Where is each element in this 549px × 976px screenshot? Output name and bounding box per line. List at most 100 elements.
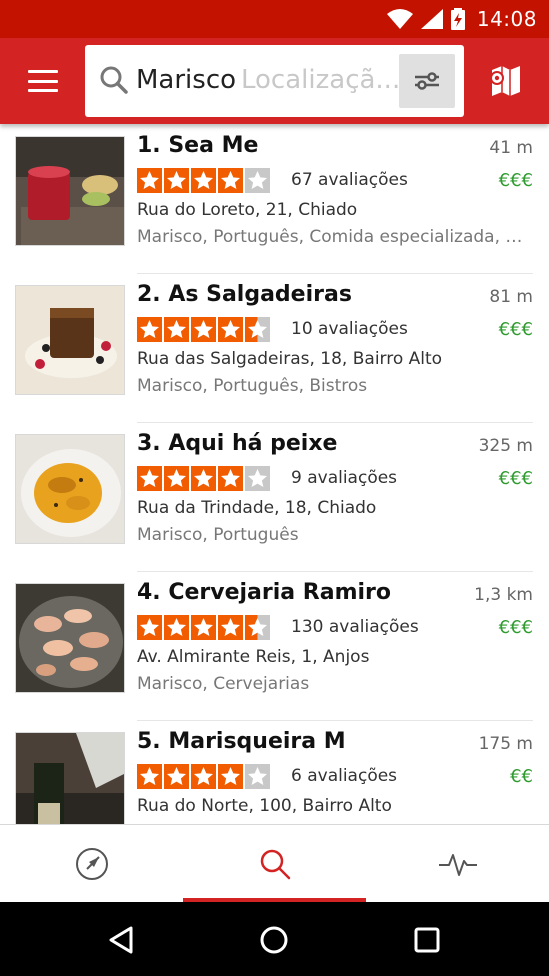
star-icon — [245, 168, 270, 193]
star-icon — [137, 168, 162, 193]
star-icon — [191, 466, 216, 491]
result-photo — [15, 583, 125, 693]
star-icon — [245, 615, 270, 640]
result-photo — [15, 285, 125, 395]
star-icon — [191, 764, 216, 789]
star-icon — [245, 317, 270, 342]
home-icon — [260, 926, 288, 954]
result-reviews: 6 avaliações — [291, 766, 398, 786]
divider — [137, 422, 533, 423]
result-distance: 81 m — [489, 287, 533, 307]
result-item[interactable]: 3. Aqui há peixe 325 m 9 avaliações €€€ … — [0, 422, 549, 571]
result-distance: 175 m — [478, 734, 533, 754]
result-item[interactable]: 2. As Salgadeiras 81 m 10 avaliações €€€… — [0, 273, 549, 422]
star-icon — [218, 615, 243, 640]
rating-stars — [137, 466, 270, 491]
status-time: 14:08 — [476, 7, 537, 31]
star-icon — [218, 764, 243, 789]
filter-button[interactable] — [399, 54, 455, 108]
star-icon — [245, 764, 270, 789]
star-icon — [218, 317, 243, 342]
result-address: Av. Almirante Reis, 1, Anjos — [137, 647, 370, 667]
star-icon — [191, 615, 216, 640]
tab-nearby[interactable] — [0, 825, 183, 903]
result-item[interactable]: 4. Cervejaria Ramiro 1,3 km 130 avaliaçõ… — [0, 571, 549, 720]
cell-signal-icon — [420, 9, 443, 29]
result-categories: Marisco, Cervejarias — [137, 674, 310, 694]
filter-sliders-icon — [415, 72, 439, 90]
app-bar: Marisco Localizaçã... — [0, 38, 549, 124]
result-address: Rua do Norte, 100, Bairro Alto — [137, 796, 392, 816]
result-title[interactable]: 3. Aqui há peixe — [137, 431, 337, 456]
back-button[interactable] — [104, 922, 140, 958]
rating-stars — [137, 317, 270, 342]
divider — [137, 720, 533, 721]
star-icon — [137, 615, 162, 640]
result-item[interactable]: 1. Sea Me 41 m 67 avaliações €€€ Rua do … — [0, 124, 549, 273]
bottom-navigation — [0, 824, 549, 903]
activity-icon — [438, 854, 477, 876]
result-reviews: 130 avaliações — [291, 617, 419, 637]
result-price: €€€ — [498, 617, 533, 638]
search-icon — [100, 66, 128, 94]
wifi-icon — [386, 9, 413, 29]
star-icon — [245, 466, 270, 491]
system-navigation-bar — [0, 902, 549, 976]
result-photo — [15, 434, 125, 544]
menu-icon-line — [28, 79, 58, 83]
result-price: €€€ — [498, 319, 533, 340]
result-photo — [15, 136, 125, 246]
result-price: €€€ — [498, 468, 533, 489]
result-categories: Marisco, Português, Comida especializada… — [137, 227, 533, 247]
map-button[interactable] — [486, 62, 526, 100]
home-button[interactable] — [256, 922, 292, 958]
star-icon — [191, 168, 216, 193]
result-address: Rua do Loreto, 21, Chiado — [137, 200, 358, 220]
back-icon — [109, 926, 133, 954]
result-title[interactable]: 2. As Salgadeiras — [137, 282, 352, 307]
location-input[interactable]: Localizaçã... — [241, 65, 401, 95]
rating-stars — [137, 168, 270, 193]
star-icon — [191, 317, 216, 342]
result-reviews: 67 avaliações — [291, 170, 408, 190]
star-icon — [164, 615, 189, 640]
result-title[interactable]: 4. Cervejaria Ramiro — [137, 580, 391, 605]
star-icon — [164, 168, 189, 193]
tab-search[interactable] — [183, 825, 366, 903]
star-icon — [164, 466, 189, 491]
result-reviews: 9 avaliações — [291, 468, 398, 488]
result-price: €€€ — [498, 170, 533, 191]
menu-button[interactable] — [22, 64, 64, 98]
star-icon — [218, 466, 243, 491]
star-icon — [137, 317, 162, 342]
results-list: 1. Sea Me 41 m 67 avaliações €€€ Rua do … — [0, 124, 549, 824]
star-icon — [137, 764, 162, 789]
recents-icon — [414, 927, 440, 953]
star-icon — [164, 764, 189, 789]
result-item[interactable]: 5. Marisqueira M 175 m 6 avaliações €€ R… — [0, 720, 549, 824]
result-title[interactable]: 5. Marisqueira M — [137, 729, 346, 754]
divider — [137, 571, 533, 572]
result-distance: 325 m — [478, 436, 533, 456]
result-price: €€ — [510, 766, 533, 787]
rating-stars — [137, 764, 270, 789]
divider — [137, 273, 533, 274]
recents-button[interactable] — [409, 922, 445, 958]
result-categories: Marisco, Português, Bistros — [137, 376, 368, 396]
result-photo — [15, 732, 125, 824]
star-icon — [137, 466, 162, 491]
result-categories: Marisco, Português — [137, 525, 299, 545]
result-distance: 1,3 km — [474, 585, 533, 605]
result-title[interactable]: 1. Sea Me — [137, 133, 258, 158]
search-query-text[interactable]: Marisco — [136, 65, 236, 95]
status-bar: 14:08 — [0, 0, 549, 38]
map-icon — [490, 66, 520, 96]
result-address: Rua das Salgadeiras, 18, Bairro Alto — [137, 349, 443, 369]
result-address: Rua da Trindade, 18, Chiado — [137, 498, 377, 518]
star-icon — [218, 168, 243, 193]
rating-stars — [137, 615, 270, 640]
result-distance: 41 m — [489, 138, 533, 158]
search-box[interactable]: Marisco Localizaçã... — [85, 45, 464, 117]
battery-icon — [450, 8, 465, 30]
tab-activity[interactable] — [366, 825, 549, 903]
